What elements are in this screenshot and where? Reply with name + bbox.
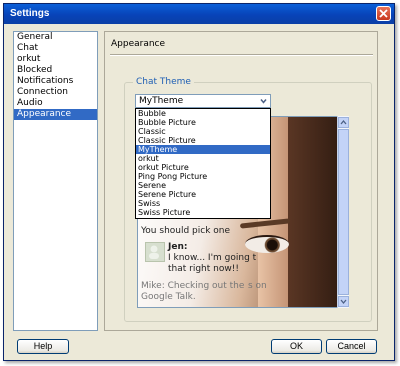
cancel-button[interactable]: Cancel	[326, 339, 377, 354]
theme-option-swiss[interactable]: Swiss	[136, 199, 270, 208]
close-button[interactable]	[376, 6, 391, 21]
title-bar[interactable]: Settings	[4, 4, 394, 24]
sidebar-item-notifications[interactable]: Notifications	[14, 76, 97, 87]
dropdown-arrow-button[interactable]	[258, 96, 269, 106]
chevron-up-icon	[340, 119, 347, 125]
theme-select-value: MyTheme	[139, 96, 184, 106]
sidebar-item-audio[interactable]: Audio	[14, 98, 97, 109]
help-button[interactable]: Help	[17, 339, 69, 354]
settings-category-list: General Chat orkut Blocked Notifications…	[13, 31, 98, 331]
sidebar-item-connection[interactable]: Connection	[14, 87, 97, 98]
theme-dropdown-list: Bubble Bubble Picture Classic Classic Pi…	[135, 108, 271, 219]
theme-option-swiss-picture[interactable]: Swiss Picture	[136, 208, 270, 217]
preview-image-eye	[245, 235, 289, 253]
preview-scrollbar[interactable]	[337, 116, 349, 308]
chevron-down-icon	[260, 99, 267, 104]
preview-status-line-end: s on	[248, 281, 267, 291]
theme-option-bubble[interactable]: Bubble	[136, 109, 270, 118]
sidebar-item-orkut[interactable]: orkut	[14, 54, 97, 65]
theme-option-classic[interactable]: Classic	[136, 127, 270, 136]
preview-message-line: I know... I'm going t	[168, 253, 257, 263]
ok-button[interactable]: OK	[271, 339, 322, 354]
user-icon	[149, 245, 159, 259]
panel-divider	[110, 54, 373, 56]
theme-option-bubble-picture[interactable]: Bubble Picture	[136, 118, 270, 127]
sidebar-item-general[interactable]: General	[14, 32, 97, 43]
preview-message-line: You should pick one	[141, 226, 231, 236]
sidebar-item-chat[interactable]: Chat	[14, 43, 97, 54]
preview-status-line: Mike: Checking out the	[141, 281, 245, 291]
theme-option-mytheme[interactable]: MyTheme	[136, 145, 270, 154]
panel-title: Appearance	[111, 39, 166, 49]
theme-option-orkut[interactable]: orkut	[136, 154, 270, 163]
chat-theme-label: Chat Theme	[133, 77, 194, 87]
theme-select[interactable]: MyTheme	[135, 94, 271, 108]
sidebar-item-blocked[interactable]: Blocked	[14, 65, 97, 76]
theme-option-serene[interactable]: Serene	[136, 181, 270, 190]
scroll-thumb[interactable]	[338, 129, 349, 295]
window-title: Settings	[10, 8, 50, 19]
theme-option-orkut-picture[interactable]: orkut Picture	[136, 163, 270, 172]
preview-status-line: Google Talk.	[141, 292, 196, 302]
preview-sender-name: Jen:	[168, 242, 188, 252]
theme-option-ping-pong-picture[interactable]: Ping Pong Picture	[136, 172, 270, 181]
scroll-up-button[interactable]	[338, 117, 349, 128]
theme-option-classic-picture[interactable]: Classic Picture	[136, 136, 270, 145]
scroll-down-button[interactable]	[338, 296, 349, 307]
theme-option-serene-picture[interactable]: Serene Picture	[136, 190, 270, 199]
chevron-down-icon	[340, 299, 347, 305]
sidebar-item-appearance[interactable]: Appearance	[14, 109, 97, 120]
close-icon	[379, 9, 388, 18]
avatar	[145, 242, 165, 262]
preview-message-line: that right now!!	[168, 264, 239, 274]
